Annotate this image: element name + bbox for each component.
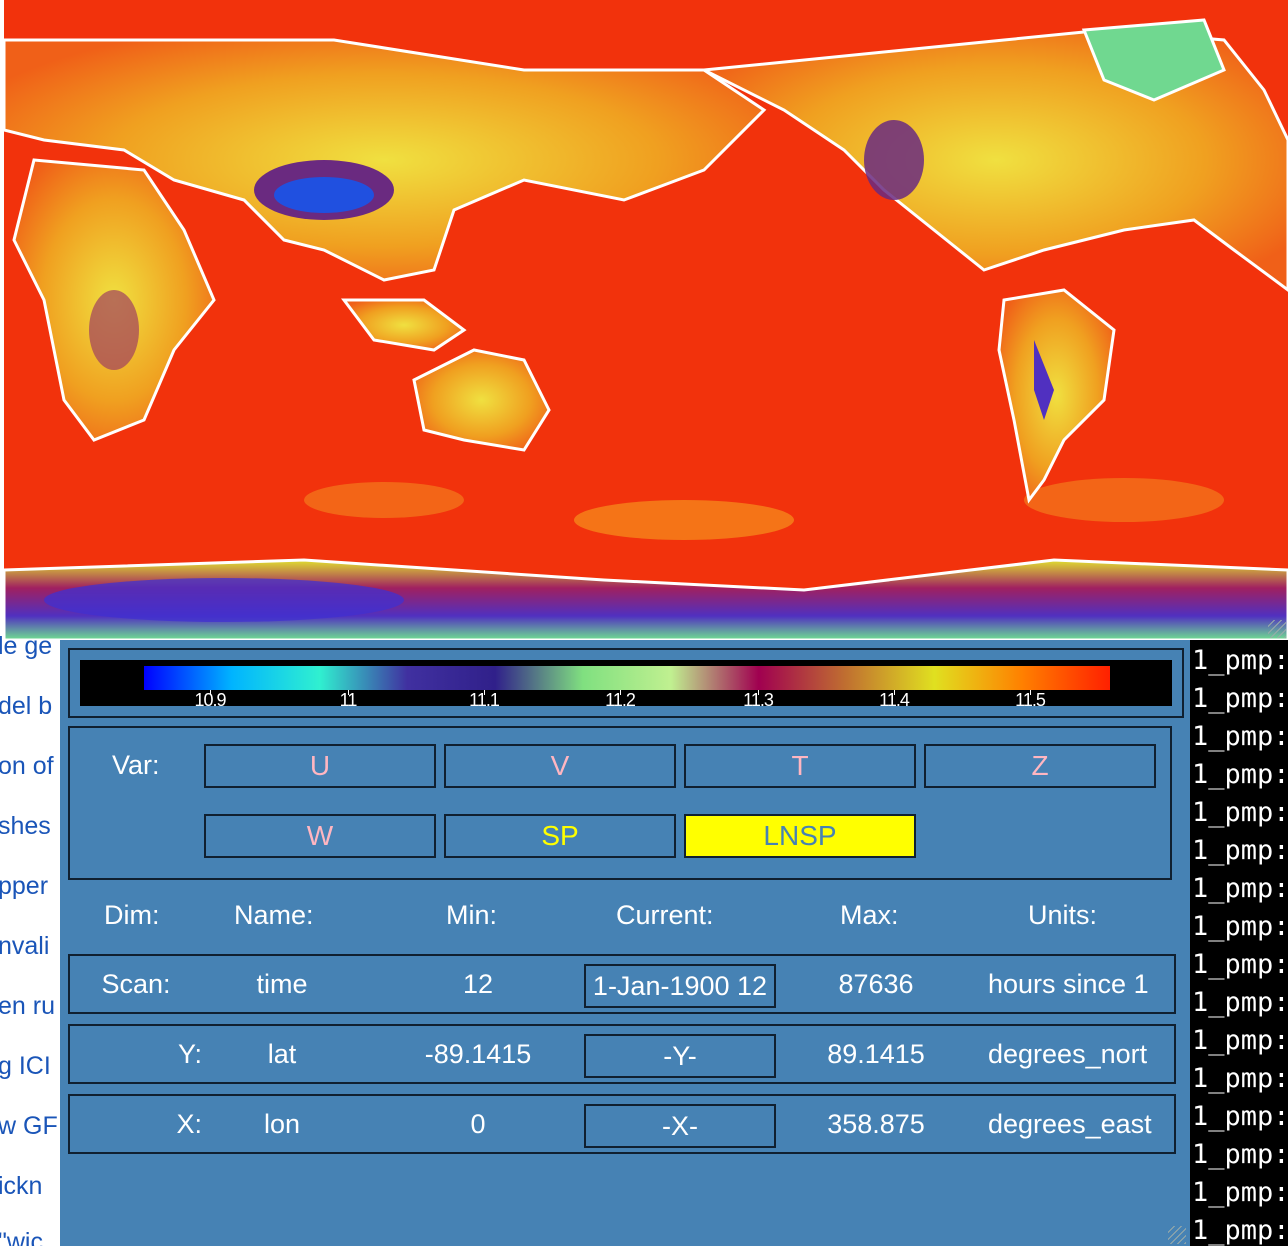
dim-units: degrees_east	[988, 1109, 1152, 1139]
var-label: Var:	[112, 750, 160, 780]
terminal-window[interactable]: 1_pmp: 1_pmp: 1_pmp: 1_pmp: 1_pmp: 1_pmp…	[1188, 640, 1288, 1246]
background-link-text[interactable]: nvali	[0, 932, 49, 961]
variable-selector: Var: U V T Z W SP LNSP	[68, 726, 1172, 880]
terminal-line: 1_pmp:	[1192, 987, 1288, 1018]
colorbar-label: 11	[339, 690, 358, 710]
var-button-lnsp[interactable]: LNSP	[684, 814, 916, 858]
dim-current-field[interactable]: -X-	[584, 1104, 776, 1148]
dimension-row-x: X: lon 0 -X- 358.875 degrees_east	[68, 1094, 1176, 1154]
var-button-sp[interactable]: SP	[444, 814, 676, 858]
dimension-row-y: Y: lat -89.1415 -Y- 89.1415 degrees_nort	[68, 1024, 1176, 1084]
terminal-line: 1_pmp:	[1192, 911, 1288, 942]
terminal-line: 1_pmp:	[1192, 759, 1288, 790]
terminal-line: 1_pmp:	[1192, 1063, 1288, 1094]
dim-units: degrees_nort	[988, 1039, 1148, 1069]
terminal-line: 1_pmp:	[1192, 873, 1288, 904]
header-current: Current:	[616, 900, 714, 930]
var-button-u[interactable]: U	[204, 744, 436, 788]
background-link-text[interactable]: w GF	[0, 1112, 58, 1141]
terminal-line: 1_pmp:	[1192, 1139, 1288, 1170]
terminal-line: 1_pmp:	[1192, 1215, 1288, 1246]
header-units: Units:	[1028, 900, 1098, 930]
dim-label: Scan:	[101, 969, 171, 999]
dim-max: 89.1415	[827, 1039, 925, 1069]
global-field-map	[4, 0, 1288, 640]
var-button-v[interactable]: V	[444, 744, 676, 788]
dimension-row-scan: Scan: time 12 1-Jan-1900 12 87636 hours …	[68, 954, 1176, 1014]
colorbar-label: 11.3	[743, 690, 774, 710]
colorbar: 10.9 11 11.1 11.2 11.3 11.4 11.5	[80, 660, 1172, 710]
colorbar-label: 11.4	[879, 690, 910, 710]
colorbar-label: 10.9	[194, 690, 226, 710]
header-max: Max:	[840, 900, 899, 930]
terminal-line: 1_pmp:	[1192, 1177, 1288, 1208]
terminal-line: 1_pmp:	[1192, 1101, 1288, 1132]
terminal-line: 1_pmp:	[1192, 721, 1288, 752]
dim-current-field[interactable]: 1-Jan-1900 12	[584, 964, 776, 1008]
dim-current-field[interactable]: -Y-	[584, 1034, 776, 1078]
map-plot-window[interactable]	[4, 0, 1288, 640]
terminal-line: 1_pmp:	[1192, 797, 1288, 828]
header-name: Name:	[234, 900, 314, 930]
var-button-t[interactable]: T	[684, 744, 916, 788]
terminal-line: 1_pmp:	[1192, 835, 1288, 866]
colorbar-label: 11.5	[1015, 690, 1046, 710]
colorbar-frame: 10.9 11 11.1 11.2 11.3 11.4 11.5	[68, 648, 1184, 718]
terminal-line: 1_pmp:	[1192, 949, 1288, 980]
dim-units: hours since 1	[988, 969, 1149, 999]
background-link-text[interactable]: del b	[0, 692, 52, 721]
background-link-text[interactable]: g ICI	[0, 1052, 51, 1081]
dim-name: lat	[267, 1039, 297, 1069]
background-link-text[interactable]: en ru	[0, 992, 55, 1021]
resize-grip-icon[interactable]	[1168, 1226, 1186, 1244]
background-link-text[interactable]: "wic	[0, 1228, 43, 1246]
dim-name: time	[256, 969, 308, 999]
dim-min: 12	[462, 969, 494, 999]
background-link-text[interactable]: ickn	[0, 1172, 42, 1201]
dim-min: 0	[470, 1109, 486, 1139]
dim-max: 87636	[838, 969, 914, 999]
background-link-text[interactable]: on of	[0, 752, 54, 781]
header-min: Min:	[446, 900, 498, 930]
dim-name: lon	[263, 1109, 301, 1139]
terminal-line: 1_pmp:	[1192, 1025, 1288, 1056]
var-button-z[interactable]: Z	[924, 744, 1156, 788]
dim-label: Y:	[177, 1039, 202, 1069]
colorbar-label: 11.2	[605, 690, 636, 710]
terminal-line: 1_pmp:	[1192, 683, 1288, 714]
colorbar-label: 11.1	[469, 690, 500, 710]
control-panel: 10.9 11 11.1 11.2 11.3 11.4 11.5 Var: U …	[60, 640, 1190, 1246]
dim-max: 358.875	[827, 1109, 925, 1139]
terminal-line: 1_pmp:	[1192, 645, 1288, 676]
colorbar-gradient	[144, 666, 1110, 690]
header-dim: Dim:	[104, 900, 160, 930]
resize-grip-icon[interactable]	[1268, 620, 1286, 638]
background-link-text[interactable]: pper	[0, 872, 48, 901]
dim-label: X:	[176, 1109, 202, 1139]
dim-min: -89.1415	[424, 1039, 532, 1069]
background-link-text[interactable]: shes	[0, 812, 51, 841]
var-button-w[interactable]: W	[204, 814, 436, 858]
